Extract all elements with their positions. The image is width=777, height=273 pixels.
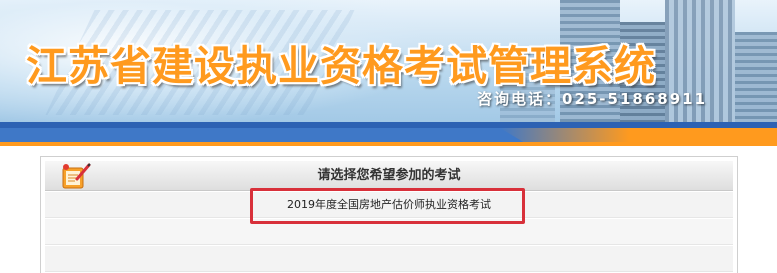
header-divider-orange — [0, 142, 777, 146]
notepad-pencil-icon — [59, 161, 93, 191]
header-divider-stripe — [0, 128, 777, 142]
header-banner: 江苏省建设执业资格考试管理系统 咨询电话：025-51868911 — [0, 0, 777, 122]
selection-highlight — [250, 188, 525, 224]
panel-title: 请选择您希望参加的考试 — [317, 168, 461, 183]
site-title: 江苏省建设执业资格考试管理系统 — [26, 42, 656, 90]
panel-header: 请选择您希望参加的考试 — [45, 161, 733, 191]
contact-phone: 咨询电话：025-51868911 — [477, 90, 708, 108]
building-graphic — [735, 32, 777, 122]
list-item — [45, 246, 733, 272]
